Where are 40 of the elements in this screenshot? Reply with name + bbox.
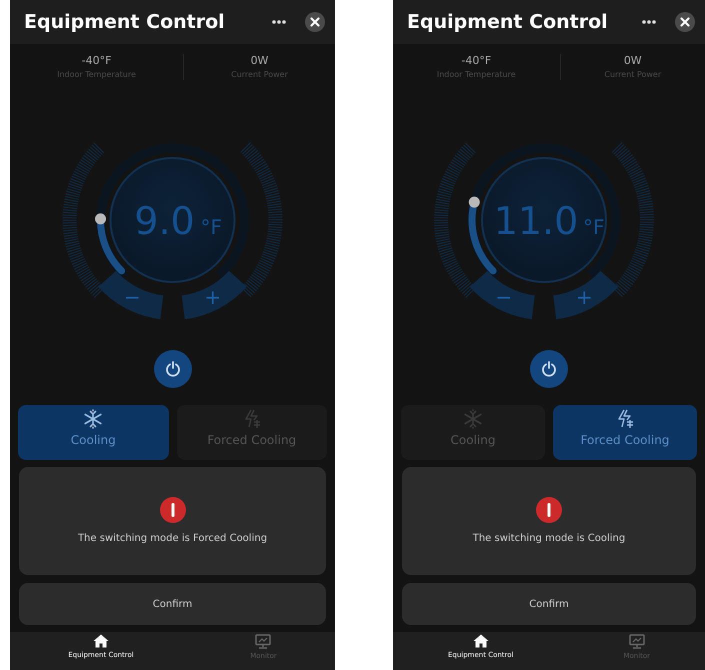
temperature-unit: °F [200,215,222,239]
power-button[interactable] [530,350,568,388]
home-icon[interactable] [92,634,109,648]
plus-button[interactable]: + [553,270,618,320]
monitor-icon[interactable] [628,634,645,649]
plus-button[interactable]: + [182,270,247,320]
alert-icon [160,496,186,522]
snowflake-icon [463,409,483,429]
more-icon[interactable] [641,19,657,25]
temperature-unit: °F [583,215,605,239]
dialog-message: The switching mode is Cooling [472,532,626,546]
stat-value: 0W [250,52,268,69]
screen-title: Equipment Control [24,10,226,35]
minus-button[interactable]: − [470,270,535,320]
set-temperature: 11.0 [494,199,578,243]
power-button[interactable] [154,350,192,388]
mode-card[interactable]: Forced Cooling [553,405,697,460]
dial-thumb[interactable] [95,213,106,224]
close-icon[interactable] [305,12,325,32]
screen-title: Equipment Control [407,10,609,35]
power-icon [164,361,180,377]
mode-card[interactable]: Cooling [18,405,168,460]
stat-value: -40°F [82,52,112,69]
confirm-button[interactable]: Confirm [19,583,326,625]
home-icon[interactable] [472,634,489,648]
snowflake-icon [83,409,104,429]
close-icon[interactable] [675,12,695,32]
monitor-icon[interactable] [255,634,272,649]
more-icon[interactable] [271,19,287,25]
dialog-message: The switching mode is Forced Cooling [78,532,268,546]
alert-icon [536,496,562,522]
mode-card[interactable]: Forced Cooling [176,405,327,460]
stat-value: 0W [624,52,642,69]
set-temperature: 9.0 [134,199,195,243]
power-icon [541,361,557,377]
stat-value: -40°F [461,52,492,69]
dial-thumb[interactable] [468,196,480,208]
mode-card[interactable]: Cooling [401,405,545,460]
confirm-button[interactable]: Confirm [402,583,696,625]
minus-button[interactable]: − [98,270,164,320]
